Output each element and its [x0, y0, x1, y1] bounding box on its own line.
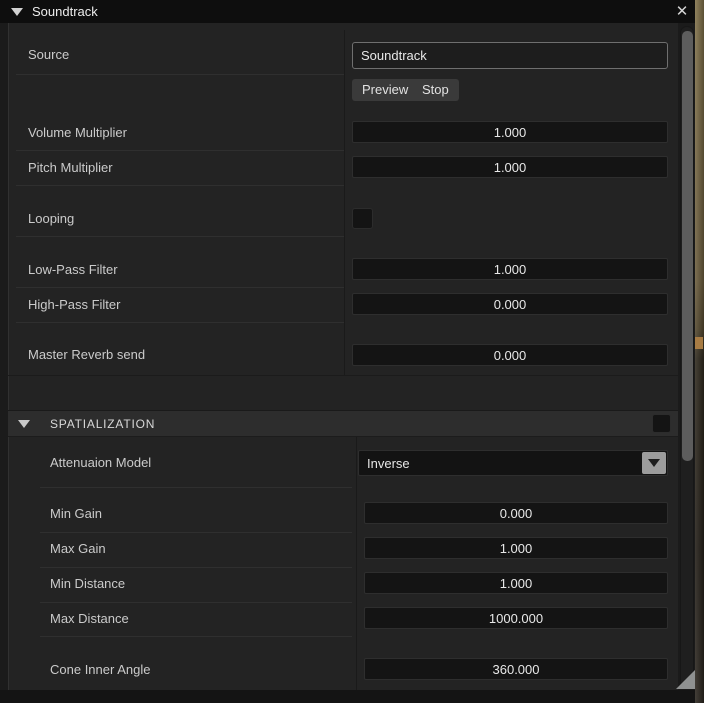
min-gain-field[interactable]: 0.000 [364, 502, 668, 524]
resize-grip[interactable] [676, 670, 695, 689]
viewport-background-strip [695, 0, 704, 703]
source-label: Source [28, 47, 70, 62]
min-gain-label: Min Gain [50, 506, 103, 521]
section-bottom-line [8, 375, 678, 376]
window-titlebar[interactable]: Soundtrack ✕ [0, 0, 695, 23]
max-gain-field[interactable]: 1.000 [364, 537, 668, 559]
separator [40, 602, 352, 603]
viewport-background-notch [694, 337, 703, 349]
separator [16, 236, 344, 237]
window-title: Soundtrack [32, 4, 98, 19]
pitch-multiplier-field[interactable]: 1.000 [352, 156, 668, 178]
separator [16, 287, 344, 288]
max-distance-label: Max Distance [50, 611, 129, 626]
attenuation-model-label: Attenuaion Model [50, 455, 152, 470]
separator [40, 532, 352, 533]
separator [40, 567, 352, 568]
close-icon[interactable]: ✕ [672, 1, 692, 21]
high-pass-filter-field[interactable]: 0.000 [352, 293, 668, 315]
separator [16, 150, 344, 151]
separator [16, 185, 344, 186]
spatialization-collapse-icon[interactable] [18, 419, 30, 428]
max-gain-label: Max Gain [50, 541, 106, 556]
master-reverb-send-field[interactable]: 0.000 [352, 344, 668, 366]
pitch-multiplier-label: Pitch Multiplier [28, 160, 113, 175]
source-input[interactable] [352, 42, 668, 69]
spatialization-header[interactable]: SPATIALIZATION [8, 410, 678, 437]
column-divider [344, 30, 345, 375]
low-pass-filter-field[interactable]: 1.000 [352, 258, 668, 280]
dropdown-arrow-button[interactable] [642, 452, 666, 474]
preview-button[interactable]: Preview [352, 79, 419, 101]
looping-checkbox[interactable] [352, 208, 373, 229]
master-reverb-send-label: Master Reverb send [28, 347, 146, 362]
separator [16, 322, 344, 323]
volume-multiplier-label: Volume Multiplier [28, 125, 127, 140]
looping-label: Looping [28, 211, 75, 226]
scrollbar-thumb[interactable] [682, 31, 693, 461]
spatialization-title: SPATIALIZATION [50, 416, 156, 431]
attenuation-model-value: Inverse [367, 455, 410, 471]
cone-inner-angle-label: Cone Inner Angle [50, 662, 151, 677]
window-bottom-frame [0, 690, 695, 703]
min-distance-field[interactable]: 1.000 [364, 572, 668, 594]
collapse-triangle-icon[interactable] [11, 7, 23, 16]
low-pass-filter-label: Low-Pass Filter [28, 262, 118, 277]
volume-multiplier-field[interactable]: 1.000 [352, 121, 668, 143]
soundtrack-window: Soundtrack ✕ Source Preview Stop Volume … [0, 0, 695, 703]
separator [40, 636, 352, 637]
cone-inner-angle-field[interactable]: 360.000 [364, 658, 668, 680]
screen: Soundtrack ✕ Source Preview Stop Volume … [0, 0, 704, 703]
column-divider [356, 437, 357, 690]
max-distance-field[interactable]: 1000.000 [364, 607, 668, 629]
separator [40, 487, 352, 488]
min-distance-label: Min Distance [50, 576, 126, 591]
separator [16, 74, 344, 75]
attenuation-model-dropdown[interactable]: Inverse [358, 450, 668, 476]
stop-button[interactable]: Stop [412, 79, 459, 101]
spatialization-enable-checkbox[interactable] [652, 414, 671, 433]
chevron-down-icon [648, 459, 660, 467]
high-pass-filter-label: High-Pass Filter [28, 297, 121, 312]
